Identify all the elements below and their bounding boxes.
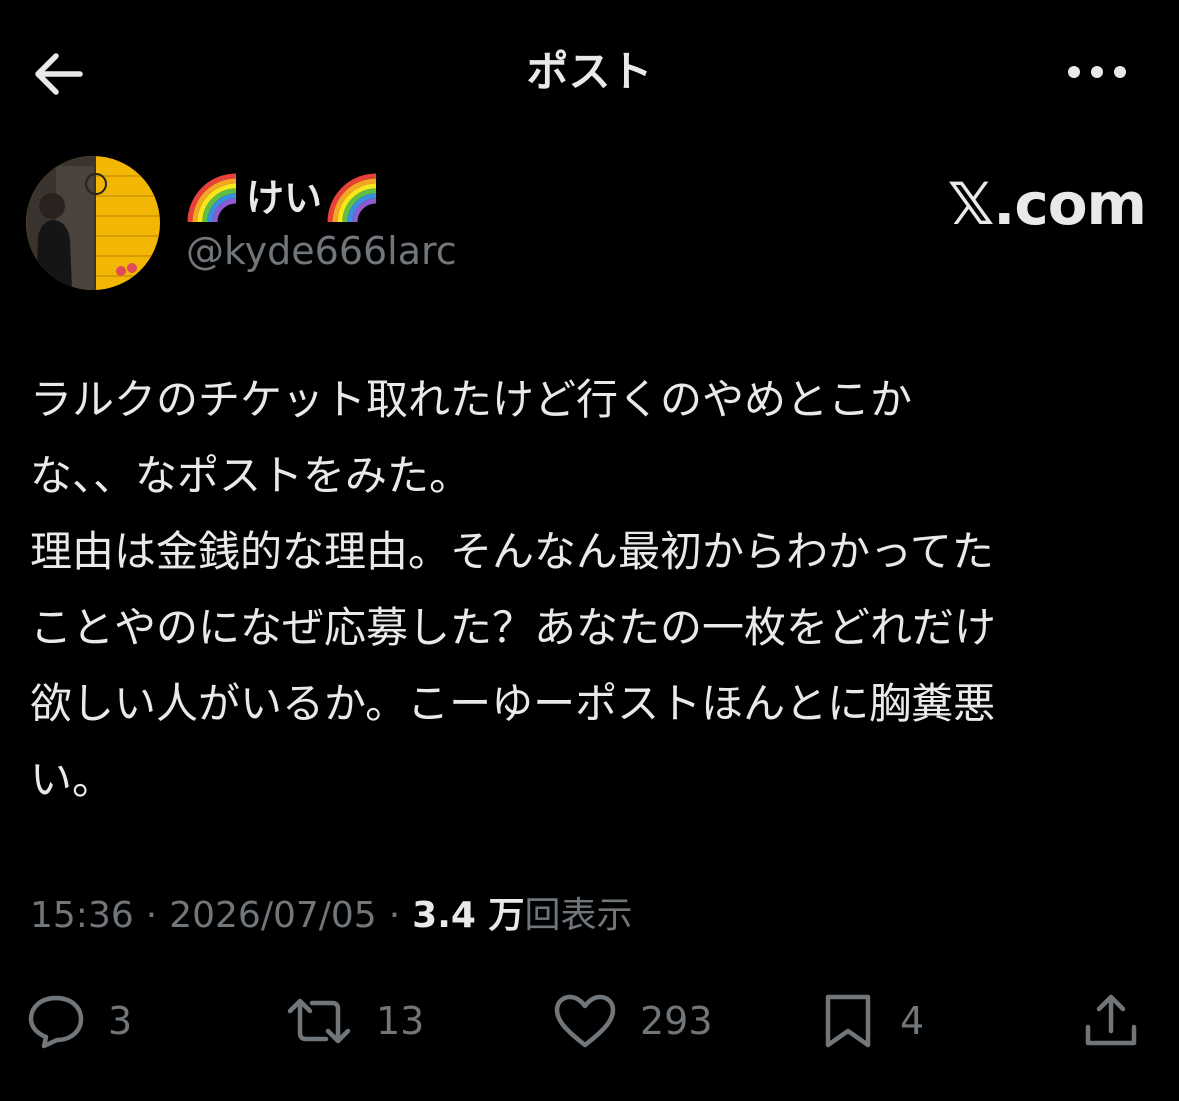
bookmark-button[interactable]: 4 xyxy=(818,984,924,1058)
repost-count: 13 xyxy=(376,999,425,1043)
rainbow-icon xyxy=(187,173,237,223)
display-name: けい xyxy=(246,176,323,220)
more-horizontal-icon xyxy=(1068,66,1126,78)
repost-button[interactable]: 13 xyxy=(284,984,424,1058)
views-count[interactable]: 3.4 万 xyxy=(412,888,524,944)
like-button[interactable]: 293 xyxy=(552,984,713,1058)
post-time[interactable]: 15:36 xyxy=(30,888,134,944)
like-count: 293 xyxy=(640,999,713,1043)
reply-button[interactable]: 3 xyxy=(26,984,132,1058)
bookmark-count: 4 xyxy=(900,999,925,1043)
heart-icon xyxy=(554,994,616,1048)
repost-icon xyxy=(287,998,351,1044)
bookmark-icon xyxy=(825,994,871,1048)
share-button[interactable] xyxy=(1080,984,1142,1058)
meta-separator: · xyxy=(388,895,401,936)
author-block: けい @kyde666larc 𝕏.com xyxy=(26,156,1156,296)
post-meta: 15:36 · 2026/07/05 · 3.4 万 回表示 xyxy=(30,888,632,944)
page-title: ポスト xyxy=(526,47,653,96)
top-bar: ポスト xyxy=(0,0,1179,140)
reply-count: 3 xyxy=(108,999,133,1043)
post-text: ラルクのチケット取れたけど行くのやめとこか な、、なポストをみた。 理由は金銭的… xyxy=(30,375,997,804)
x-com-watermark: 𝕏.com xyxy=(947,170,1147,238)
post-date[interactable]: 2026/07/05 xyxy=(169,888,377,944)
rainbow-icon xyxy=(327,173,377,223)
share-icon xyxy=(1085,994,1137,1046)
reply-icon xyxy=(28,995,84,1049)
more-options-button[interactable] xyxy=(1062,44,1132,100)
avatar-photo xyxy=(26,156,160,290)
action-bar: 3 13 293 4 xyxy=(0,984,1179,1058)
meta-separator: · xyxy=(145,895,158,936)
user-handle[interactable]: @kyde666larc xyxy=(186,228,457,274)
views-label[interactable]: 回表示 xyxy=(524,888,632,944)
display-name-row[interactable]: けい xyxy=(186,168,382,228)
avatar[interactable] xyxy=(26,156,160,290)
